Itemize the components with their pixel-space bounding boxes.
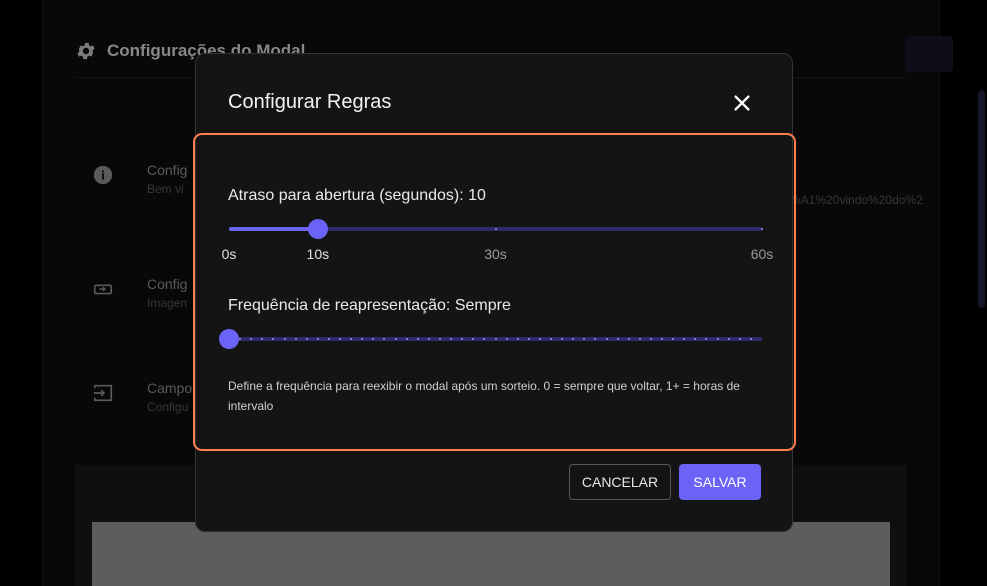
freq-slider-mark xyxy=(316,338,319,340)
freq-slider-mark xyxy=(383,338,386,340)
modal-title: Configurar Regras xyxy=(228,91,392,113)
freq-slider-mark xyxy=(250,338,253,340)
freq-slider-mark xyxy=(427,338,430,340)
freq-slider-mark xyxy=(450,338,453,340)
save-button[interactable]: SALVAR xyxy=(679,464,761,500)
freq-slider-mark xyxy=(516,338,519,340)
freq-slider-mark xyxy=(572,338,575,340)
freq-slider-mark xyxy=(361,338,364,340)
delay-slider-mark xyxy=(761,228,763,230)
delay-slider-thumb[interactable] xyxy=(307,219,328,239)
freq-slider-mark xyxy=(538,338,541,340)
freq-slider-mark xyxy=(483,338,486,340)
delay-label: Atraso para abertura (segundos): 10 xyxy=(228,187,486,204)
freq-slider-mark xyxy=(583,338,586,340)
freq-slider-mark xyxy=(749,338,752,340)
freq-slider-mark xyxy=(461,338,464,340)
cancel-button[interactable]: CANCELAR xyxy=(569,464,671,500)
freq-slider-mark xyxy=(716,338,719,340)
freq-slider-mark xyxy=(494,338,497,340)
freq-slider-mark xyxy=(350,338,353,340)
freq-slider-mark xyxy=(327,338,330,340)
frequency-slider-thumb[interactable] xyxy=(219,329,239,349)
freq-slider-mark xyxy=(438,338,441,340)
freq-slider-mark xyxy=(239,338,242,340)
freq-slider-mark xyxy=(416,338,419,340)
freq-slider-mark xyxy=(672,338,675,340)
freq-slider-mark xyxy=(649,338,652,340)
freq-slider-mark xyxy=(472,338,475,340)
freq-slider-mark xyxy=(339,338,342,340)
freq-slider-mark xyxy=(283,338,286,340)
delay-tick-label: 60s xyxy=(750,246,774,262)
freq-slider-mark xyxy=(394,338,397,340)
delay-tick-label: 30s xyxy=(484,246,507,262)
freq-slider-mark xyxy=(372,338,375,340)
freq-slider-mark xyxy=(627,338,630,340)
freq-slider-mark xyxy=(605,338,608,340)
freq-slider-mark xyxy=(294,338,297,340)
freq-slider-mark xyxy=(594,338,597,340)
freq-slider-mark xyxy=(550,338,553,340)
freq-slider-mark xyxy=(683,338,686,340)
delay-tick-label: 0s xyxy=(221,246,237,262)
freq-slider-mark xyxy=(727,338,730,340)
freq-slider-mark xyxy=(705,338,708,340)
delay-tick-labels: 0s 10s 30s 60s xyxy=(222,246,774,266)
frequency-slider[interactable] xyxy=(219,328,762,350)
close-icon[interactable] xyxy=(731,92,753,114)
freq-slider-mark xyxy=(272,338,275,340)
delay-slider[interactable] xyxy=(229,218,763,240)
freq-slider-mark xyxy=(638,338,641,340)
delay-slider-mark xyxy=(494,228,497,230)
rules-modal: Configurar Regras Atraso para abertura (… xyxy=(193,53,796,532)
frequency-help-text: Define a frequência para reexibir o moda… xyxy=(228,379,740,413)
freq-slider-mark xyxy=(694,338,697,340)
freq-slider-mark xyxy=(616,338,619,340)
freq-slider-mark xyxy=(261,338,264,340)
freq-slider-mark xyxy=(527,338,530,340)
freq-slider-mark xyxy=(505,338,508,340)
freq-slider-mark xyxy=(561,338,564,340)
delay-tick-label: 10s xyxy=(306,246,330,262)
freq-slider-mark xyxy=(661,338,664,340)
freq-slider-mark xyxy=(405,338,408,340)
freq-slider-mark xyxy=(738,338,741,340)
freq-slider-mark xyxy=(305,338,308,340)
frequency-label: Frequência de reapresentação: Sempre xyxy=(228,297,511,314)
delay-slider-track xyxy=(229,227,318,231)
